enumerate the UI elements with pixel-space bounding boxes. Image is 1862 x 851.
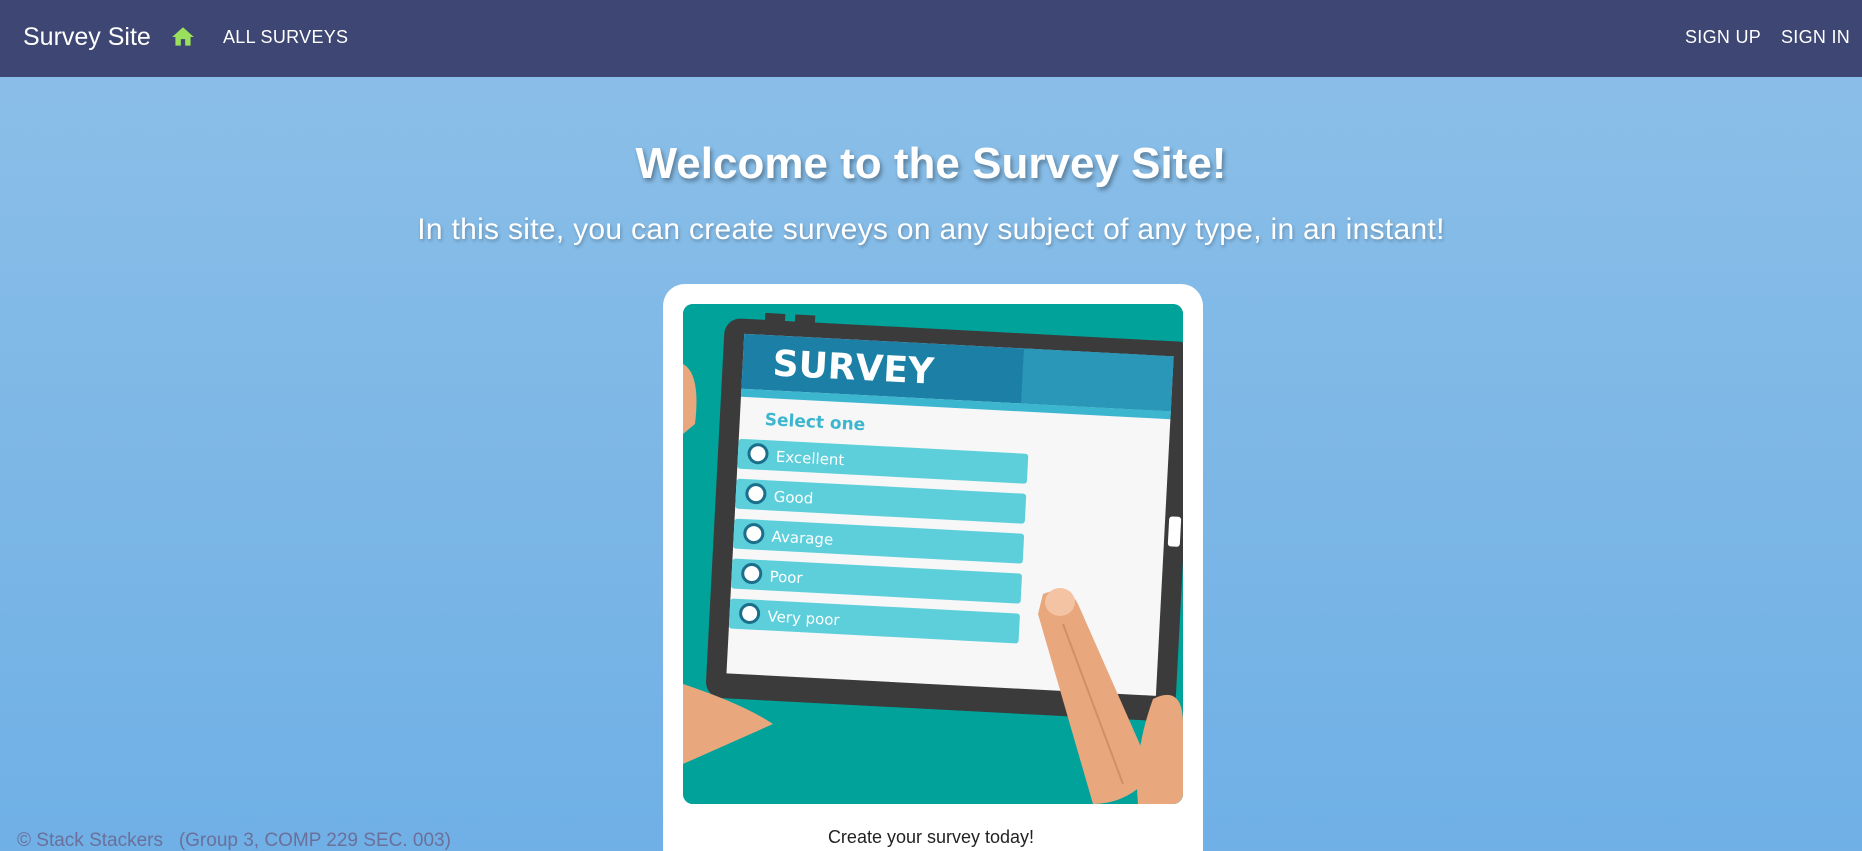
sign-up-link[interactable]: SIGN UP [1685, 26, 1761, 48]
all-surveys-link[interactable]: ALL SURVEYS [223, 26, 348, 48]
page-title: Welcome to the Survey Site! [635, 139, 1227, 188]
page-subtitle: In this site, you can create surveys on … [417, 213, 1445, 246]
home-icon[interactable] [170, 24, 196, 50]
svg-text:Excellent: Excellent [775, 448, 844, 470]
sign-in-link[interactable]: SIGN IN [1781, 26, 1850, 48]
top-navbar: Survey Site ALL SURVEYS SIGN UP SIGN IN [0, 0, 1862, 77]
survey-tablet-illustration: SURVEY Select one Excellent Good Avarage [683, 304, 1183, 804]
svg-text:Poor: Poor [769, 567, 804, 587]
svg-text:Good: Good [773, 488, 813, 508]
footer-copyright: © Stack Stackers (Group 3, COMP 229 SEC.… [17, 830, 451, 851]
svg-text:Avarage: Avarage [771, 528, 833, 549]
survey-illustration: SURVEY Select one Excellent Good Avarage [683, 304, 1183, 804]
illustration-heading: SURVEY [772, 343, 936, 392]
survey-card: SURVEY Select one Excellent Good Avarage [663, 284, 1203, 851]
svg-text:Very poor: Very poor [767, 607, 841, 629]
brand-link[interactable]: Survey Site [23, 22, 151, 52]
